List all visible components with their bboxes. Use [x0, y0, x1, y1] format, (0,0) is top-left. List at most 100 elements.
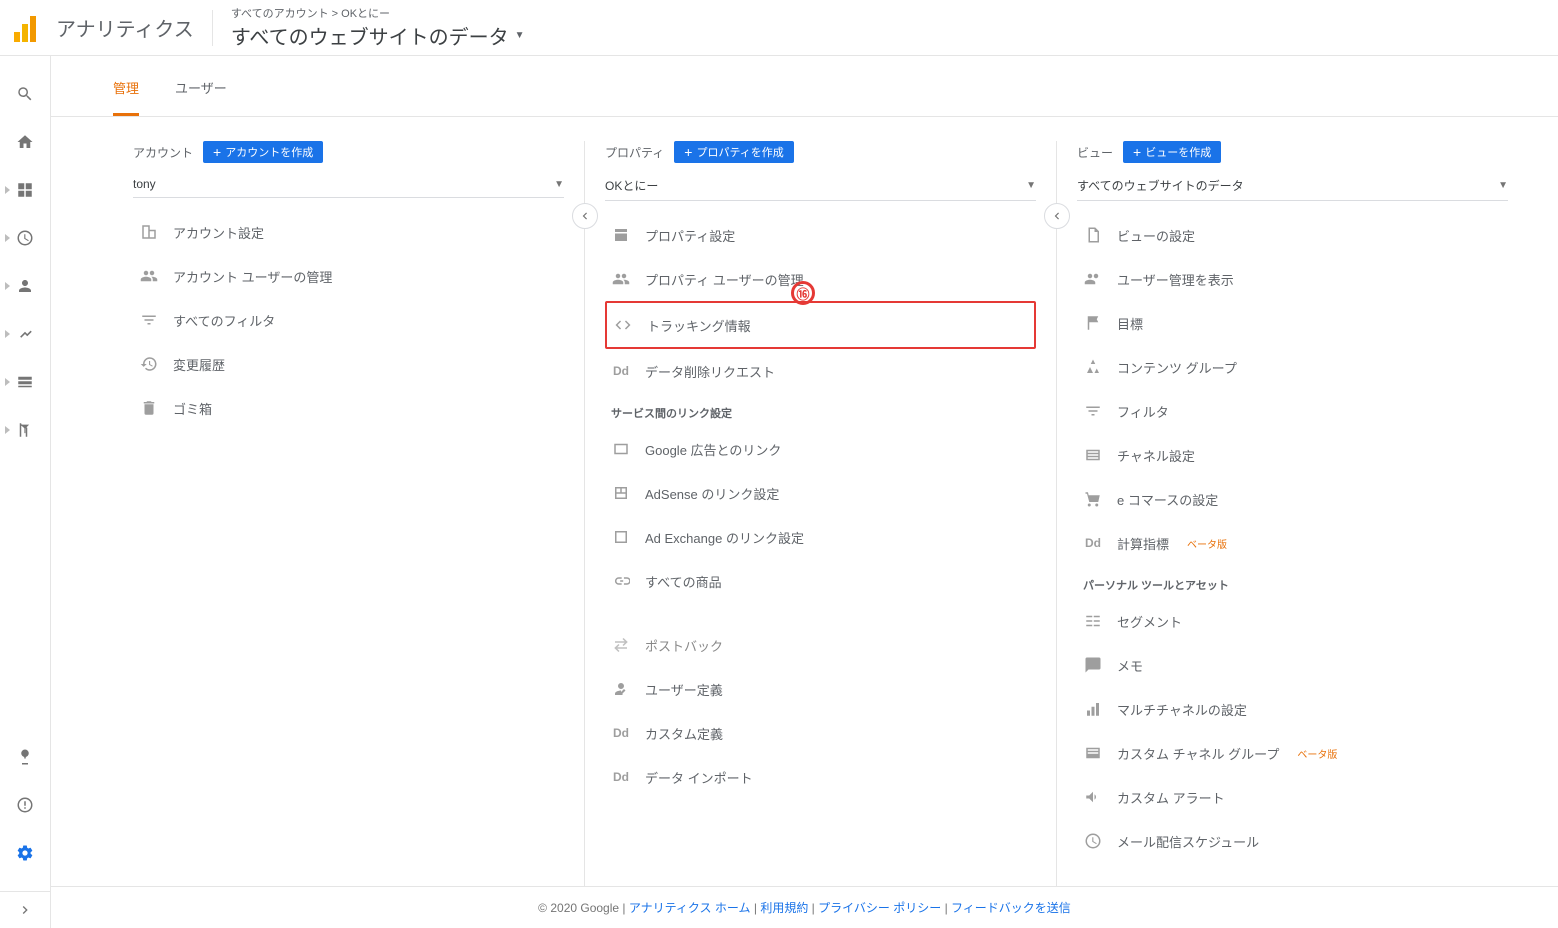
create-view-button[interactable]: +ビューを作成	[1123, 141, 1221, 163]
behavior-icon[interactable]	[15, 372, 35, 392]
item-label: ゴミ箱	[173, 399, 212, 418]
footer-feedback-link[interactable]: フィードバックを送信	[951, 901, 1071, 915]
cart-icon	[1083, 489, 1103, 509]
item-label: 目標	[1117, 314, 1143, 333]
footer-privacy-link[interactable]: プライバシー ポリシー	[818, 901, 941, 915]
custom-channel-item[interactable]: カスタム チャネル グループ ベータ版	[1077, 731, 1508, 775]
code-icon	[613, 315, 633, 335]
data-import-item[interactable]: Ddデータ インポート	[605, 755, 1036, 799]
flag-icon	[1083, 313, 1103, 333]
property-users-item[interactable]: プロパティ ユーザーの管理	[605, 257, 1036, 301]
item-label: 計算指標	[1117, 534, 1169, 553]
footer-terms-link[interactable]: 利用規約	[760, 901, 808, 915]
create-property-label: プロパティを作成	[696, 144, 783, 160]
acquisition-icon[interactable]	[15, 324, 35, 344]
item-label: ビューの設定	[1117, 226, 1195, 245]
multichannel-item[interactable]: マルチチャネルの設定	[1077, 687, 1508, 731]
tab-users[interactable]: ユーザー	[175, 56, 227, 116]
property-settings-item[interactable]: プロパティ設定	[605, 213, 1036, 257]
collapse-column-button[interactable]	[1044, 203, 1070, 229]
channel-settings-item[interactable]: チャネル設定	[1077, 433, 1508, 477]
realtime-icon[interactable]	[15, 228, 35, 248]
create-property-button[interactable]: +プロパティを作成	[674, 141, 794, 163]
item-label: フィルタ	[1117, 402, 1169, 421]
item-label: カスタム定義	[645, 724, 723, 743]
account-selected-label: tony	[133, 177, 156, 191]
item-label: ユーザー定義	[645, 680, 723, 699]
beta-badge: ベータ版	[1297, 746, 1337, 761]
ecommerce-settings-item[interactable]: e コマースの設定	[1077, 477, 1508, 521]
item-label: データ削除リクエスト	[645, 362, 775, 381]
item-label: ポストバック	[645, 636, 723, 655]
account-filters-item[interactable]: すべてのフィルタ	[133, 298, 564, 342]
tracking-info-item[interactable]: トラッキング情報	[605, 301, 1036, 349]
customization-icon[interactable]	[15, 180, 35, 200]
content-groups-item[interactable]: コンテンツ グループ	[1077, 345, 1508, 389]
postback-item[interactable]: ポストバック	[605, 623, 1036, 667]
item-label: アカウント設定	[173, 223, 264, 242]
dropdown-triangle-icon: ▼	[1026, 180, 1036, 191]
dropdown-triangle-icon: ▼	[1498, 180, 1508, 191]
item-label: カスタム チャネル グループ	[1117, 744, 1279, 763]
item-label: セグメント	[1117, 612, 1182, 631]
custom-definitions-item[interactable]: Ddカスタム定義	[605, 711, 1036, 755]
notes-item[interactable]: メモ	[1077, 643, 1508, 687]
segments-item[interactable]: セグメント	[1077, 599, 1508, 643]
discover-icon[interactable]	[15, 795, 35, 815]
account-settings-item[interactable]: アカウント設定	[133, 210, 564, 254]
footer-home-link[interactable]: アナリティクス ホーム	[629, 901, 751, 915]
property-select[interactable]: OKとにー▼	[605, 171, 1036, 201]
megaphone-icon	[1083, 787, 1103, 807]
mail-schedule-item[interactable]: メール配信スケジュール	[1077, 819, 1508, 863]
dd-icon: Dd	[611, 767, 631, 787]
page-icon	[611, 225, 631, 245]
item-label: e コマースの設定	[1117, 490, 1218, 509]
account-picker[interactable]: すべてのアカウント > OKとにー すべてのウェブサイトのデータ ▼	[231, 5, 525, 50]
segments-icon	[1083, 611, 1103, 631]
view-users-item[interactable]: ユーザー管理を表示	[1077, 257, 1508, 301]
beta-badge: ベータ版	[1187, 536, 1227, 551]
audience-icon[interactable]	[15, 276, 35, 296]
adexchange-link-item[interactable]: Ad Exchange のリンク設定	[605, 515, 1036, 559]
view-filters-item[interactable]: フィルタ	[1077, 389, 1508, 433]
item-label: Ad Exchange のリンク設定	[645, 528, 804, 547]
custom-alerts-item[interactable]: カスタム アラート	[1077, 775, 1508, 819]
view-column: ビュー +ビューを作成 すべてのウェブサイトのデータ▼ ビューの設定 ユーザー管…	[1056, 141, 1528, 886]
property-heading-label: プロパティ	[605, 144, 664, 161]
calculated-metrics-item[interactable]: Dd計算指標ベータ版	[1077, 521, 1508, 565]
filter-icon	[1083, 401, 1103, 421]
adsense-link-item[interactable]: AdSense のリンク設定	[605, 471, 1036, 515]
expand-nav-icon[interactable]	[0, 891, 50, 928]
conversions-icon[interactable]	[15, 420, 35, 440]
plus-icon: +	[213, 145, 221, 159]
collapse-column-button[interactable]	[572, 203, 598, 229]
admin-tabs: 管理 ユーザー	[51, 56, 1558, 117]
data-delete-request-item[interactable]: Ddデータ削除リクエスト	[605, 349, 1036, 393]
user-def-icon	[611, 679, 631, 699]
home-icon[interactable]	[15, 132, 35, 152]
item-label: AdSense のリンク設定	[645, 484, 779, 503]
user-defined-item[interactable]: ユーザー定義	[605, 667, 1036, 711]
view-selected-label: すべてのウェブサイトのデータ	[1077, 177, 1244, 194]
account-history-item[interactable]: 変更履歴	[133, 342, 564, 386]
file-icon	[1083, 225, 1103, 245]
item-label: Google 広告とのリンク	[645, 440, 781, 459]
item-label: ユーザー管理を表示	[1117, 270, 1234, 289]
view-settings-item[interactable]: ビューの設定	[1077, 213, 1508, 257]
view-select[interactable]: すべてのウェブサイトのデータ ▼	[1077, 171, 1508, 201]
settings-icon[interactable]	[15, 843, 35, 863]
account-select[interactable]: tony▼	[133, 171, 564, 198]
tab-admin[interactable]: 管理	[113, 56, 139, 116]
footer-copy: © 2020 Google	[538, 901, 619, 915]
google-ads-link-item[interactable]: Google 広告とのリンク	[605, 427, 1036, 471]
footer: © 2020 Google | アナリティクス ホーム | 利用規約 | プライ…	[51, 886, 1558, 928]
all-products-item[interactable]: すべての商品	[605, 559, 1036, 603]
attribution-icon[interactable]	[15, 747, 35, 767]
channel-icon	[1083, 743, 1103, 763]
goals-item[interactable]: 目標	[1077, 301, 1508, 345]
account-users-item[interactable]: アカウント ユーザーの管理	[133, 254, 564, 298]
account-trash-item[interactable]: ゴミ箱	[133, 386, 564, 430]
building-icon	[139, 222, 159, 242]
search-icon[interactable]	[15, 84, 35, 104]
create-account-button[interactable]: +アカウントを作成	[203, 141, 323, 163]
